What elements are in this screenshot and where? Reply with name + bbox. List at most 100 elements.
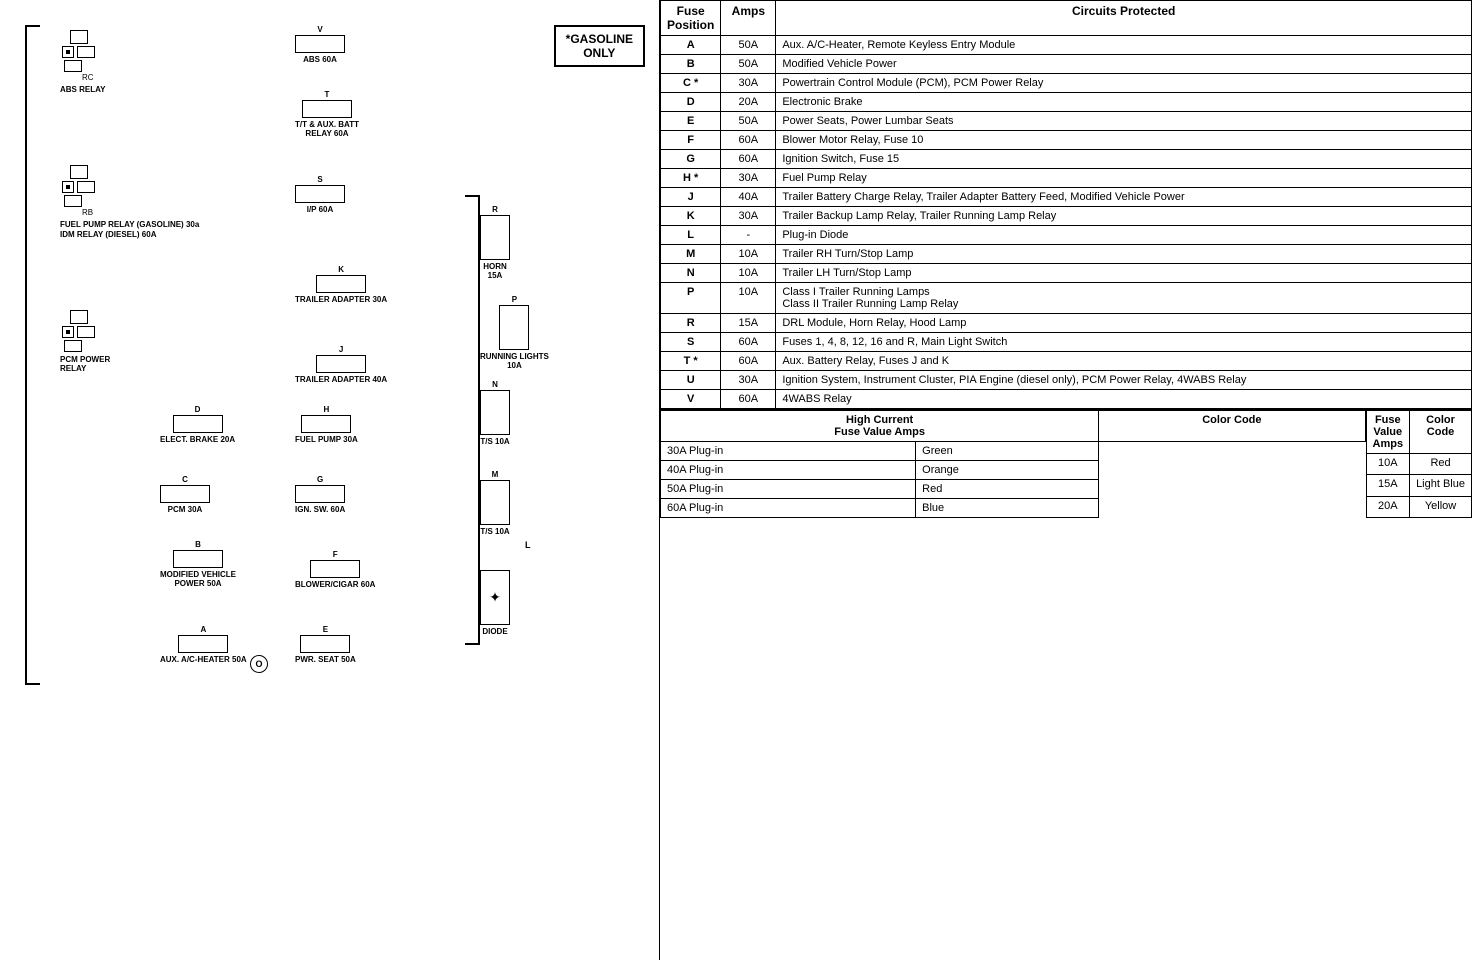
fuse-color-header: ColorCode <box>1410 411 1472 454</box>
fuse-position-table: FusePosition Amps Circuits Protected A50… <box>660 0 1472 409</box>
fuse-position-cell: V <box>661 390 721 409</box>
fuse-value-table: FuseValueAmps ColorCode 10ARed15ALight B… <box>1366 410 1472 518</box>
o-circle: O <box>250 655 268 673</box>
fuse-position-cell: P <box>661 283 721 314</box>
hc-amps-cell: 30A Plug-in <box>661 442 916 461</box>
fuse-table-row: M10ATrailer RH Turn/Stop Lamp <box>661 245 1472 264</box>
fuse-circuit-cell: Aux. A/C-Heater, Remote Keyless Entry Mo… <box>776 36 1472 55</box>
bottom-section: High Current Fuse Value Amps Color Code … <box>660 409 1472 518</box>
fuse-position-cell: F <box>661 131 721 150</box>
fuse-amps-cell: 60A <box>721 131 776 150</box>
fuse-amps-cell: 40A <box>721 188 776 207</box>
fuse-table-row: C *30APowertrain Control Module (PCM), P… <box>661 74 1472 93</box>
fuse-amps-cell: 60A <box>721 333 776 352</box>
fuse-value-header: FuseValueAmps <box>1366 411 1410 454</box>
amps-header: Amps <box>721 1 776 36</box>
fuse-table-row: G60AIgnition Switch, Fuse 15 <box>661 150 1472 169</box>
high-current-row: 50A Plug-inRed <box>661 480 1366 499</box>
fuse-position-header: FusePosition <box>661 1 721 36</box>
hc-color-cell: Red <box>916 480 1099 499</box>
fuse-amps-cell: 60A <box>721 150 776 169</box>
main-bus-bar <box>25 25 40 685</box>
aux-ac-heater-block: A AUX. A/C-HEATER 50A <box>160 625 247 664</box>
circuits-protected-header: Circuits Protected <box>776 1 1472 36</box>
fv-color-cell: Red <box>1410 454 1472 475</box>
fuel-pump-30a-block: H FUEL PUMP 30A <box>295 405 358 444</box>
fuse-circuit-cell: Electronic Brake <box>776 93 1472 112</box>
blower-cigar-block: F BLOWER/CIGAR 60A <box>295 550 375 589</box>
diagram-panel: *GASOLINEONLY RC ABS RELAY V <box>0 0 660 960</box>
fuse-table-row: J40ATrailer Battery Charge Relay, Traile… <box>661 188 1472 207</box>
fuse-value-row: 10ARed <box>1366 454 1472 475</box>
color-code-header: Color Code <box>1099 411 1365 442</box>
tt-aux-batt-block: T T/T & AUX. BATTRELAY 60A <box>295 90 359 138</box>
fuse-table-row: D20AElectronic Brake <box>661 93 1472 112</box>
ts-10a-top-fuse: N T/S 10A <box>480 380 510 446</box>
fuse-table-row: E50APower Seats, Power Lumbar Seats <box>661 112 1472 131</box>
fuse-circuit-cell: Ignition Switch, Fuse 15 <box>776 150 1472 169</box>
fv-color-cell: Light Blue <box>1410 475 1472 496</box>
fuse-amps-cell: 10A <box>721 245 776 264</box>
fuse-table-row: S60AFuses 1, 4, 8, 12, 16 and R, Main Li… <box>661 333 1472 352</box>
fuse-table-row: P10AClass I Trailer Running LampsClass I… <box>661 283 1472 314</box>
abs-relay-group: RC ABS RELAY <box>60 30 106 94</box>
fuse-position-cell: R <box>661 314 721 333</box>
fuse-position-cell: J <box>661 188 721 207</box>
fuse-circuit-cell: Ignition System, Instrument Cluster, PIA… <box>776 371 1472 390</box>
fuse-amps-cell: 50A <box>721 36 776 55</box>
fuse-circuit-cell: Modified Vehicle Power <box>776 55 1472 74</box>
fuse-position-cell: L <box>661 226 721 245</box>
fuse-amps-cell: 30A <box>721 169 776 188</box>
fuse-circuit-cell: Powertrain Control Module (PCM), PCM Pow… <box>776 74 1472 93</box>
fuse-position-cell: K <box>661 207 721 226</box>
ip-60a-block: S I/P 60A <box>295 175 345 214</box>
fuse-table-row: V60A4WABS Relay <box>661 390 1472 409</box>
mod-vehicle-power-block: B MODIFIED VEHICLEPOWER 50A <box>160 540 236 588</box>
right-panel: FusePosition Amps Circuits Protected A50… <box>660 0 1472 960</box>
fuse-position-cell: U <box>661 371 721 390</box>
hc-color-cell: Orange <box>916 461 1099 480</box>
fuel-pump-relay-group: RB FUEL PUMP RELAY (GASOLINE) 30aIDM REL… <box>60 165 199 239</box>
fuse-position-cell: S <box>661 333 721 352</box>
fuse-table-row: H *30AFuel Pump Relay <box>661 169 1472 188</box>
high-current-table: High Current Fuse Value Amps Color Code … <box>660 410 1366 518</box>
fuse-table-row: N10ATrailer LH Turn/Stop Lamp <box>661 264 1472 283</box>
gasoline-only-box: *GASOLINEONLY <box>554 25 645 67</box>
fuse-circuit-cell: Aux. Battery Relay, Fuses J and K <box>776 352 1472 371</box>
fuse-table-row: A50AAux. A/C-Heater, Remote Keyless Entr… <box>661 36 1472 55</box>
elect-brake-block: D ELECT. BRAKE 20A <box>160 405 235 444</box>
fuse-circuit-cell: Fuel Pump Relay <box>776 169 1472 188</box>
fuse-table-row: T *60AAux. Battery Relay, Fuses J and K <box>661 352 1472 371</box>
fuse-circuit-cell: DRL Module, Horn Relay, Hood Lamp <box>776 314 1472 333</box>
fuse-value-row: 20AYellow <box>1366 496 1472 517</box>
fuse-table-row: K30ATrailer Backup Lamp Relay, Trailer R… <box>661 207 1472 226</box>
fuse-circuit-cell: Plug-in Diode <box>776 226 1472 245</box>
fuse-amps-cell: 10A <box>721 283 776 314</box>
fuse-amps-cell: 30A <box>721 207 776 226</box>
fuse-circuit-cell: Trailer LH Turn/Stop Lamp <box>776 264 1472 283</box>
fuse-position-cell: C * <box>661 74 721 93</box>
high-current-row: 60A Plug-inBlue <box>661 499 1366 518</box>
pcm-power-relay-group: PCM POWERRELAY <box>60 310 110 373</box>
fuse-circuit-cell: Fuses 1, 4, 8, 12, 16 and R, Main Light … <box>776 333 1472 352</box>
fuse-table-row: F60ABlower Motor Relay, Fuse 10 <box>661 131 1472 150</box>
fuse-circuit-cell: Trailer Battery Charge Relay, Trailer Ad… <box>776 188 1472 207</box>
hc-color-cell: Green <box>916 442 1099 461</box>
right-fuse-bracket <box>465 195 480 645</box>
fuse-position-cell: T * <box>661 352 721 371</box>
high-current-header: High Current Fuse Value Amps <box>661 411 1099 442</box>
ign-sw-60a-block: G IGN. SW. 60A <box>295 475 345 514</box>
fuse-amps-cell: 50A <box>721 55 776 74</box>
fuse-amps-cell: - <box>721 226 776 245</box>
trailer-40a-block: J TRAILER ADAPTER 40A <box>295 345 387 384</box>
fuse-amps-cell: 50A <box>721 112 776 131</box>
fuse-position-cell: A <box>661 36 721 55</box>
fv-color-cell: Yellow <box>1410 496 1472 517</box>
ts-10a-bot-fuse: M T/S 10A <box>480 470 510 536</box>
horn-15a-fuse: R HORN15A <box>480 205 510 280</box>
fuse-diagram: *GASOLINEONLY RC ABS RELAY V <box>5 10 655 950</box>
hc-amps-cell: 40A Plug-in <box>661 461 916 480</box>
fuse-amps-cell: 15A <box>721 314 776 333</box>
fuse-amps-cell: 60A <box>721 352 776 371</box>
hc-color-cell: Blue <box>916 499 1099 518</box>
